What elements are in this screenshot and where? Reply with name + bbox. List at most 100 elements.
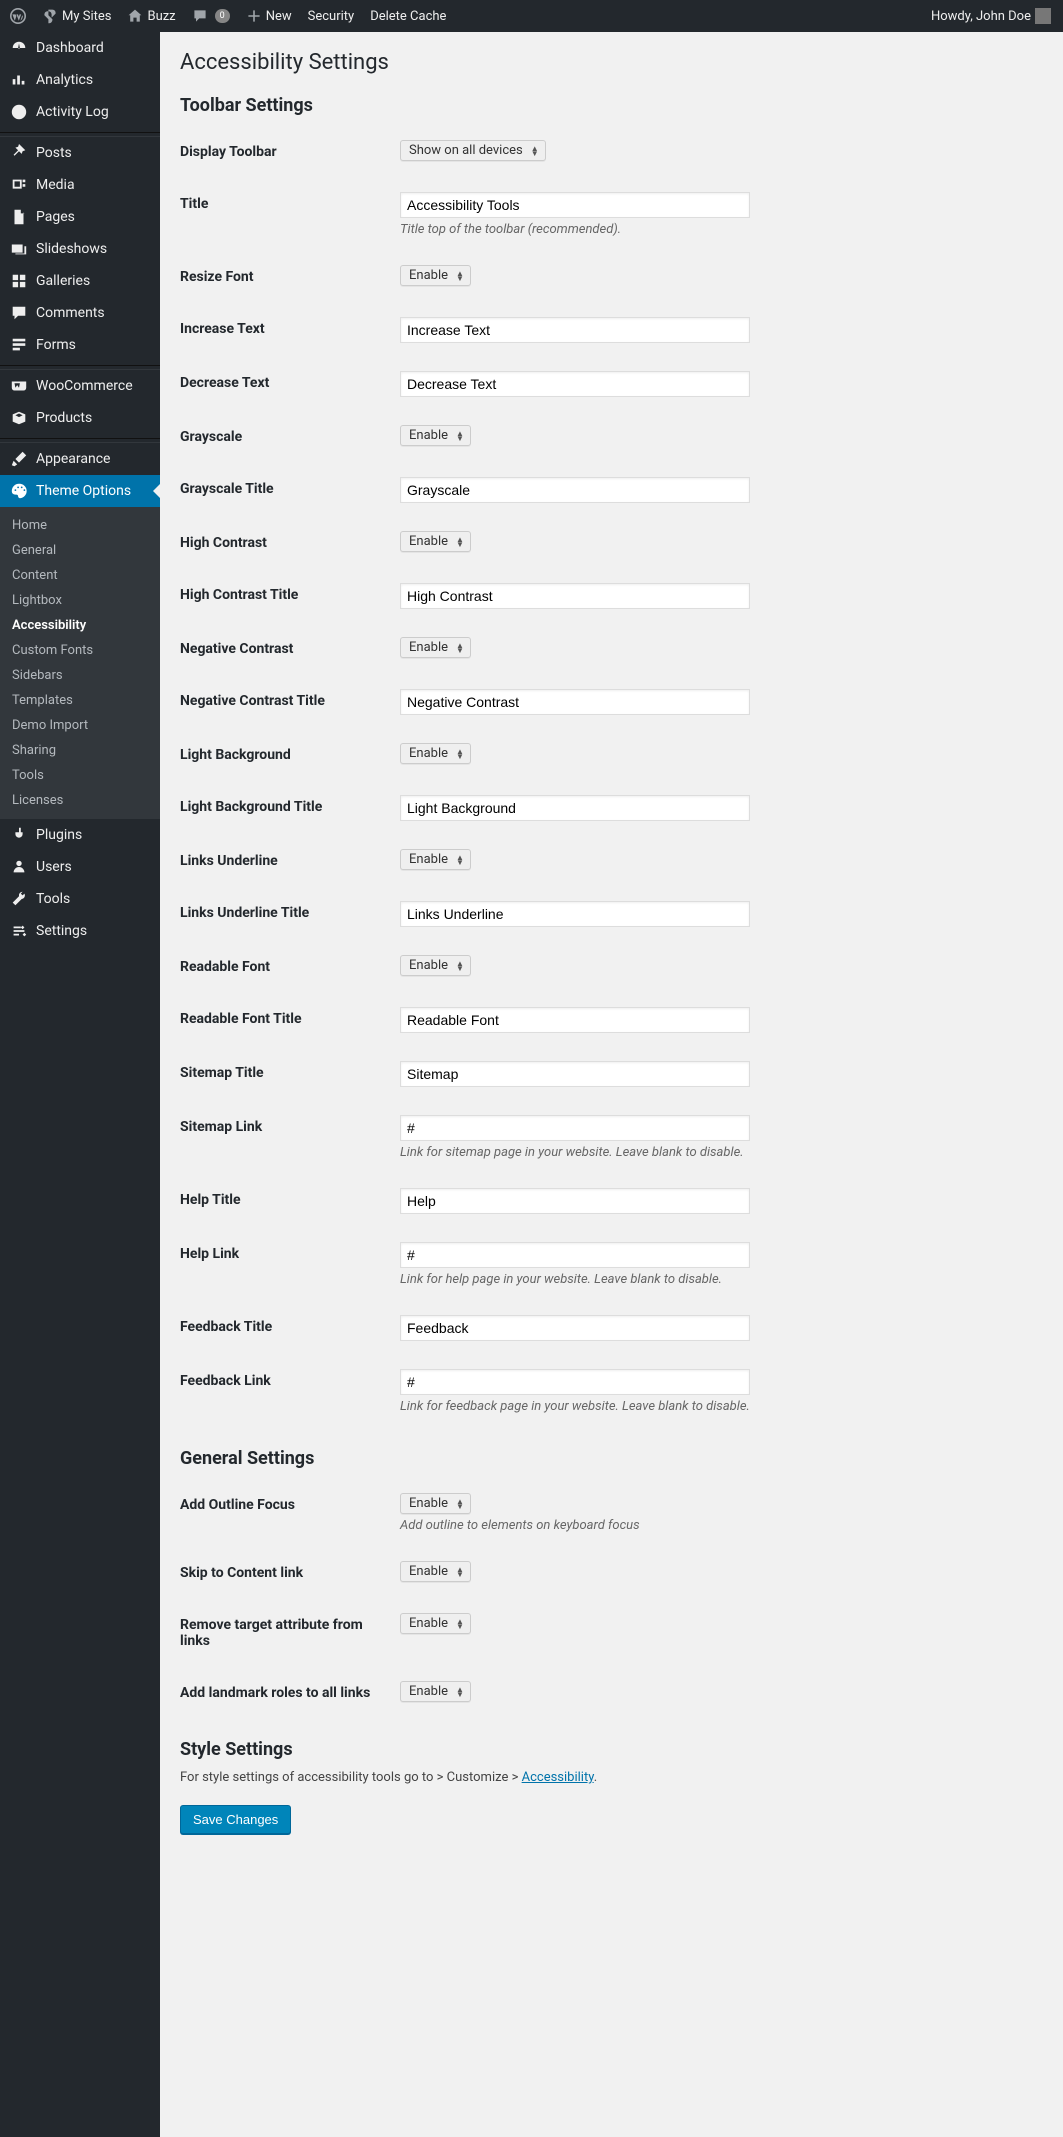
input-grayscale_title[interactable] xyxy=(400,477,750,503)
sub-item-general[interactable]: General xyxy=(0,538,160,563)
sub-item-home[interactable]: Home xyxy=(0,513,160,538)
input-sitemap_link[interactable] xyxy=(400,1115,750,1141)
menu-item-settings[interactable]: Settings xyxy=(0,915,160,947)
menu-item-galleries[interactable]: Galleries xyxy=(0,265,160,297)
menu-item-comments[interactable]: Comments xyxy=(0,297,160,329)
menu-item-themeopt[interactable]: Theme Options xyxy=(0,475,160,507)
menu-item-tools[interactable]: Tools xyxy=(0,883,160,915)
delete-cache-link[interactable]: Delete Cache xyxy=(366,0,450,32)
customize-accessibility-link[interactable]: Accessibility xyxy=(522,1770,594,1785)
comments-link[interactable]: 0 xyxy=(188,0,234,32)
label-decrease_text: Decrease Text xyxy=(180,357,400,411)
menu-item-activitylog[interactable]: Activity Log xyxy=(0,96,160,128)
chevron-updown-icon: ▲▼ xyxy=(454,643,466,653)
new-link[interactable]: New xyxy=(242,0,296,32)
input-negative_contrast_title[interactable] xyxy=(400,689,750,715)
input-help_title[interactable] xyxy=(400,1188,750,1214)
woo-icon xyxy=(10,377,28,395)
input-feedback_link[interactable] xyxy=(400,1369,750,1395)
label-title: Title xyxy=(180,178,400,251)
label-add_outline_focus: Add Outline Focus xyxy=(180,1479,400,1547)
sub-item-content[interactable]: Content xyxy=(0,563,160,588)
chevron-updown-icon: ▲▼ xyxy=(454,1499,466,1509)
select-links_underline[interactable]: Enable▲▼ xyxy=(400,849,471,870)
select-resize_font[interactable]: Enable▲▼ xyxy=(400,265,471,286)
desc-feedback_link: Link for feedback page in your website. … xyxy=(400,1399,1033,1414)
sub-item-tools[interactable]: Tools xyxy=(0,763,160,788)
security-link[interactable]: Security xyxy=(304,0,359,32)
select-light_background[interactable]: Enable▲▼ xyxy=(400,743,471,764)
select-value: Enable xyxy=(409,1684,454,1699)
label-negative_contrast: Negative Contrast xyxy=(180,623,400,675)
sub-item-templates[interactable]: Templates xyxy=(0,688,160,713)
menu-label: Forms xyxy=(36,337,76,353)
label-feedback_link: Feedback Link xyxy=(180,1355,400,1428)
label-light_background: Light Background xyxy=(180,729,400,781)
sub-item-lightbox[interactable]: Lightbox xyxy=(0,588,160,613)
select-value: Show on all devices xyxy=(409,143,529,158)
menu-item-pages[interactable]: Pages xyxy=(0,201,160,233)
label-negative_contrast_title: Negative Contrast Title xyxy=(180,675,400,729)
sub-item-demoimport[interactable]: Demo Import xyxy=(0,713,160,738)
chevron-updown-icon: ▲▼ xyxy=(454,855,466,865)
menu-item-woocommerce[interactable]: WooCommerce xyxy=(0,370,160,402)
section-style-settings: Style Settings xyxy=(180,1739,1043,1760)
select-skip_to_content[interactable]: Enable▲▼ xyxy=(400,1561,471,1582)
label-feedback_title: Feedback Title xyxy=(180,1301,400,1355)
menu-item-appearance[interactable]: Appearance xyxy=(0,443,160,475)
menu-item-posts[interactable]: Posts xyxy=(0,137,160,169)
select-remove_target[interactable]: Enable▲▼ xyxy=(400,1613,471,1634)
sub-item-sidebars[interactable]: Sidebars xyxy=(0,663,160,688)
select-readable_font[interactable]: Enable▲▼ xyxy=(400,955,471,976)
select-landmark_roles[interactable]: Enable▲▼ xyxy=(400,1681,471,1702)
images-icon xyxy=(10,240,28,258)
page-icon xyxy=(10,208,28,226)
input-readable_font_title[interactable] xyxy=(400,1007,750,1033)
menu-item-dashboard[interactable]: Dashboard xyxy=(0,32,160,64)
menu-item-media[interactable]: Media xyxy=(0,169,160,201)
wrench-icon xyxy=(10,890,28,908)
input-increase_text[interactable] xyxy=(400,317,750,343)
menu-item-slideshows[interactable]: Slideshows xyxy=(0,233,160,265)
input-help_link[interactable] xyxy=(400,1242,750,1268)
submenu-themeopt: HomeGeneralContentLightboxAccessibilityC… xyxy=(0,507,160,819)
menu-label: Posts xyxy=(36,145,72,161)
input-decrease_text[interactable] xyxy=(400,371,750,397)
input-title[interactable] xyxy=(400,192,750,218)
menu-item-plugins[interactable]: Plugins xyxy=(0,819,160,851)
select-high_contrast[interactable]: Enable▲▼ xyxy=(400,531,471,552)
menu-item-users[interactable]: Users xyxy=(0,851,160,883)
desc-title: Title top of the toolbar (recommended). xyxy=(400,222,1033,237)
site-link[interactable]: Buzz xyxy=(123,0,179,32)
desc-sitemap_link: Link for sitemap page in your website. L… xyxy=(400,1145,1033,1160)
style-note: For style settings of accessibility tool… xyxy=(180,1770,1043,1785)
form-icon xyxy=(10,336,28,354)
menu-label: Analytics xyxy=(36,72,93,88)
select-value: Enable xyxy=(409,958,454,973)
menu-label: Slideshows xyxy=(36,241,107,257)
menu-item-products[interactable]: Products xyxy=(0,402,160,434)
sub-item-customfonts[interactable]: Custom Fonts xyxy=(0,638,160,663)
select-add_outline_focus[interactable]: Enable▲▼ xyxy=(400,1493,471,1514)
wp-logo[interactable] xyxy=(6,0,30,32)
select-display_toolbar[interactable]: Show on all devices▲▼ xyxy=(400,140,546,161)
mysites-link[interactable]: My Sites xyxy=(38,0,115,32)
sub-item-licenses[interactable]: Licenses xyxy=(0,788,160,813)
sidebar: Dashboard Analytics Activity Log Posts Media… xyxy=(0,32,160,2137)
input-light_background_title[interactable] xyxy=(400,795,750,821)
sub-item-sharing[interactable]: Sharing xyxy=(0,738,160,763)
input-sitemap_title[interactable] xyxy=(400,1061,750,1087)
input-feedback_title[interactable] xyxy=(400,1315,750,1341)
label-light_background_title: Light Background Title xyxy=(180,781,400,835)
select-negative_contrast[interactable]: Enable▲▼ xyxy=(400,637,471,658)
input-high_contrast_title[interactable] xyxy=(400,583,750,609)
input-links_underline_title[interactable] xyxy=(400,901,750,927)
select-grayscale[interactable]: Enable▲▼ xyxy=(400,425,471,446)
save-changes-button[interactable]: Save Changes xyxy=(180,1805,291,1834)
sub-item-accessibility[interactable]: Accessibility xyxy=(0,613,160,638)
account-link[interactable]: Howdy, John Doe xyxy=(927,0,1055,32)
chevron-updown-icon: ▲▼ xyxy=(454,961,466,971)
menu-item-analytics[interactable]: Analytics xyxy=(0,64,160,96)
menu-item-forms[interactable]: Forms xyxy=(0,329,160,361)
label-increase_text: Increase Text xyxy=(180,303,400,357)
